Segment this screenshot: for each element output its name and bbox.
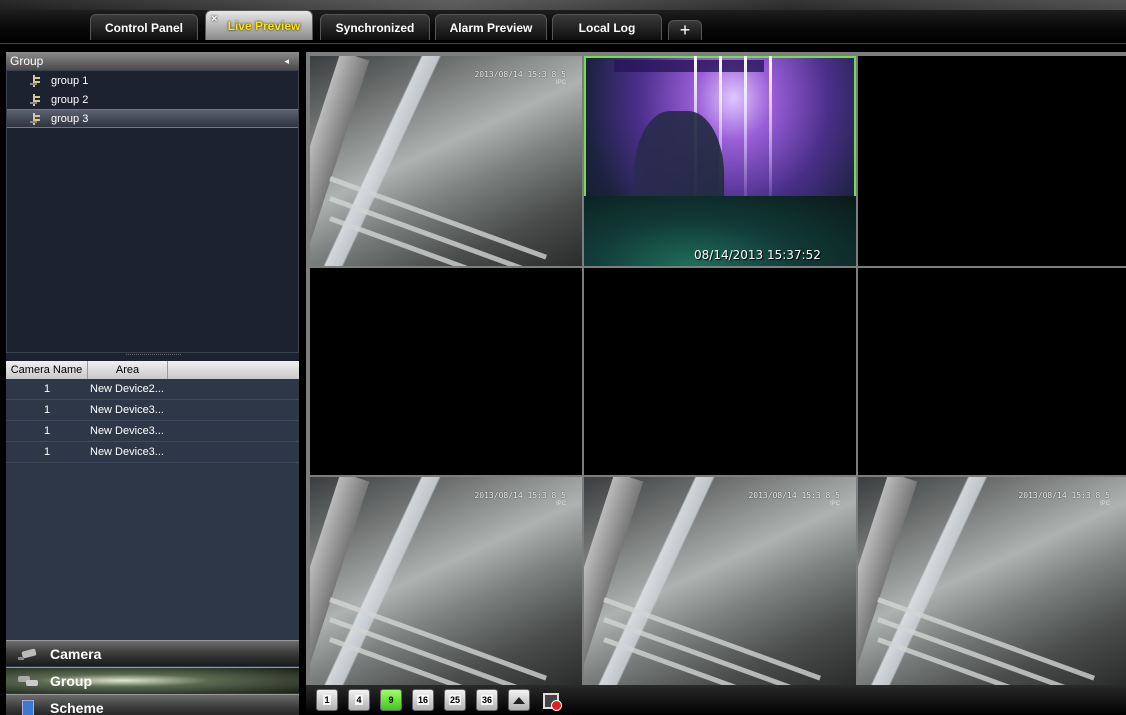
layout-4-button[interactable]: 4 bbox=[348, 689, 370, 711]
tree-item-label: group 3 bbox=[51, 112, 89, 125]
video-frame-detail bbox=[310, 56, 370, 266]
video-cell-2[interactable]: 08/14/2013 15:37:52 bbox=[584, 56, 856, 266]
topbar-shine bbox=[0, 0, 1126, 10]
group-icon bbox=[18, 675, 40, 687]
table-row[interactable]: 1 New Device3... bbox=[6, 421, 299, 442]
layout-9-label: 9 bbox=[388, 695, 394, 705]
layout-4-label: 4 bbox=[355, 695, 363, 705]
layout-25-button[interactable]: 25 bbox=[444, 689, 466, 711]
video-cell-3[interactable] bbox=[858, 56, 1126, 266]
camera-name-cell: 1 bbox=[43, 425, 51, 437]
layout-36-button[interactable]: 36 bbox=[476, 689, 498, 711]
tab-local-log[interactable]: Local Log bbox=[552, 14, 662, 40]
camera-table-header: Camera Name Area bbox=[6, 361, 299, 379]
tree-item-label: group 2 bbox=[51, 93, 89, 106]
area-cell: New Device3... bbox=[90, 446, 164, 458]
eject-icon[interactable] bbox=[508, 689, 530, 711]
tab-live-preview-label: Live Preview bbox=[227, 18, 301, 33]
collapse-arrow-icon[interactable]: ◂ bbox=[284, 52, 289, 70]
tab-alarm-preview[interactable]: Alarm Preview bbox=[435, 14, 547, 40]
area-cell: New Device3... bbox=[90, 425, 164, 437]
close-icon[interactable]: × bbox=[211, 13, 217, 25]
video-timestamp: 2013/08/14 15:3 8 5 bbox=[1018, 491, 1110, 500]
column-camera-name[interactable]: Camera Name bbox=[6, 361, 88, 379]
video-grid: 2013/08/14 15:3 8 5 IPC 08/14/2013 15:37… bbox=[306, 52, 1126, 685]
splitter-grip bbox=[126, 354, 181, 357]
video-source-label: IPC bbox=[1099, 501, 1110, 507]
left-panel: Group ◂ group 1 group 2 group 3 Camera N… bbox=[6, 52, 299, 715]
column-area[interactable]: Area bbox=[88, 361, 168, 379]
layout-16-button[interactable]: 16 bbox=[412, 689, 434, 711]
table-row[interactable]: 1 New Device3... bbox=[6, 400, 299, 421]
group-node-icon bbox=[29, 93, 41, 106]
nav-scheme-button[interactable]: Scheme bbox=[6, 694, 299, 715]
video-frame-detail bbox=[877, 597, 1095, 681]
scheme-icon bbox=[18, 699, 40, 715]
tab-synchronized[interactable]: Synchronized bbox=[320, 14, 430, 40]
group-node-icon bbox=[29, 74, 41, 87]
nav-camera-label: Camera bbox=[50, 645, 102, 662]
video-cell-8[interactable]: 2013/08/14 15:3 8 5 IPC bbox=[584, 477, 856, 685]
nav-camera-button[interactable]: Camera bbox=[6, 640, 299, 666]
camera-name-cell: 1 bbox=[43, 404, 51, 416]
video-timestamp: 2013/08/14 15:3 8 5 bbox=[474, 491, 566, 500]
video-cell-9[interactable]: 2013/08/14 15:3 8 5 IPC bbox=[858, 477, 1126, 685]
video-cell-6[interactable] bbox=[858, 268, 1126, 475]
video-cell-4[interactable] bbox=[310, 268, 582, 475]
layout-1-label: 1 bbox=[323, 695, 331, 705]
add-tab-button[interactable]: + bbox=[668, 20, 702, 40]
area-cell: New Device3... bbox=[90, 404, 164, 416]
group-node-icon bbox=[29, 112, 41, 125]
video-timestamp: 2013/08/14 15:3 8 5 bbox=[474, 70, 566, 79]
camera-table: Camera Name Area 1 New Device2... 1 New … bbox=[6, 361, 299, 639]
tab-live-preview[interactable]: × Live Preview bbox=[205, 10, 313, 40]
video-frame-detail bbox=[329, 216, 547, 266]
group-tree: group 1 group 2 group 3 bbox=[6, 70, 299, 353]
tree-item-label: group 1 bbox=[51, 74, 89, 87]
camera-name-cell: 1 bbox=[43, 383, 51, 395]
area-cell: New Device2... bbox=[90, 383, 164, 395]
video-frame-detail bbox=[769, 56, 772, 196]
layout-9-button[interactable]: 9 bbox=[380, 689, 402, 711]
video-timestamp: 2013/08/14 15:3 8 5 bbox=[748, 491, 840, 500]
tree-item-group-1[interactable]: group 1 bbox=[7, 71, 298, 90]
video-cell-1[interactable]: 2013/08/14 15:3 8 5 IPC bbox=[310, 56, 582, 266]
camera-name-cell: 1 bbox=[43, 446, 51, 458]
video-frame-detail bbox=[329, 597, 547, 681]
video-frame-detail bbox=[744, 56, 747, 196]
video-source-label: IPC bbox=[829, 501, 840, 507]
tree-item-group-2[interactable]: group 2 bbox=[7, 90, 298, 109]
layout-25-label: 25 bbox=[448, 695, 461, 705]
video-source-label: IPC bbox=[555, 80, 566, 86]
layout-1-button[interactable]: 1 bbox=[316, 689, 338, 711]
video-frame-detail bbox=[858, 477, 918, 685]
camera-icon bbox=[18, 648, 40, 660]
group-panel-header: Group ◂ bbox=[6, 52, 299, 70]
video-frame-detail bbox=[310, 477, 370, 685]
tab-bar: Control Panel × Live Preview Synchronize… bbox=[0, 0, 1126, 44]
video-cell-7[interactable]: 2013/08/14 15:3 8 5 IPC bbox=[310, 477, 582, 685]
layout-16-label: 16 bbox=[416, 695, 429, 705]
video-frame-detail bbox=[329, 176, 547, 260]
group-panel-title: Group bbox=[10, 54, 44, 68]
video-frame-detail bbox=[603, 597, 821, 681]
tab-control-panel[interactable]: Control Panel bbox=[90, 14, 198, 40]
table-row[interactable]: 1 New Device2... bbox=[6, 379, 299, 400]
video-frame-detail bbox=[584, 477, 644, 685]
nav-group-label: Group bbox=[50, 672, 92, 689]
disable-alarm-icon[interactable] bbox=[540, 689, 562, 711]
video-frame-detail bbox=[614, 60, 764, 72]
video-timestamp: 08/14/2013 15:37:52 bbox=[694, 248, 821, 262]
layout-36-label: 36 bbox=[480, 695, 493, 705]
nav-scheme-label: Scheme bbox=[50, 699, 104, 715]
video-source-label: IPC bbox=[555, 501, 566, 507]
video-cell-5[interactable] bbox=[584, 268, 856, 475]
layout-toolbar: 1 4 9 16 25 36 bbox=[306, 685, 1126, 715]
nav-group-button[interactable]: Group bbox=[6, 667, 299, 693]
table-row[interactable]: 1 New Device3... bbox=[6, 442, 299, 463]
tree-item-group-3[interactable]: group 3 bbox=[7, 109, 298, 128]
panel-splitter[interactable] bbox=[6, 353, 299, 361]
